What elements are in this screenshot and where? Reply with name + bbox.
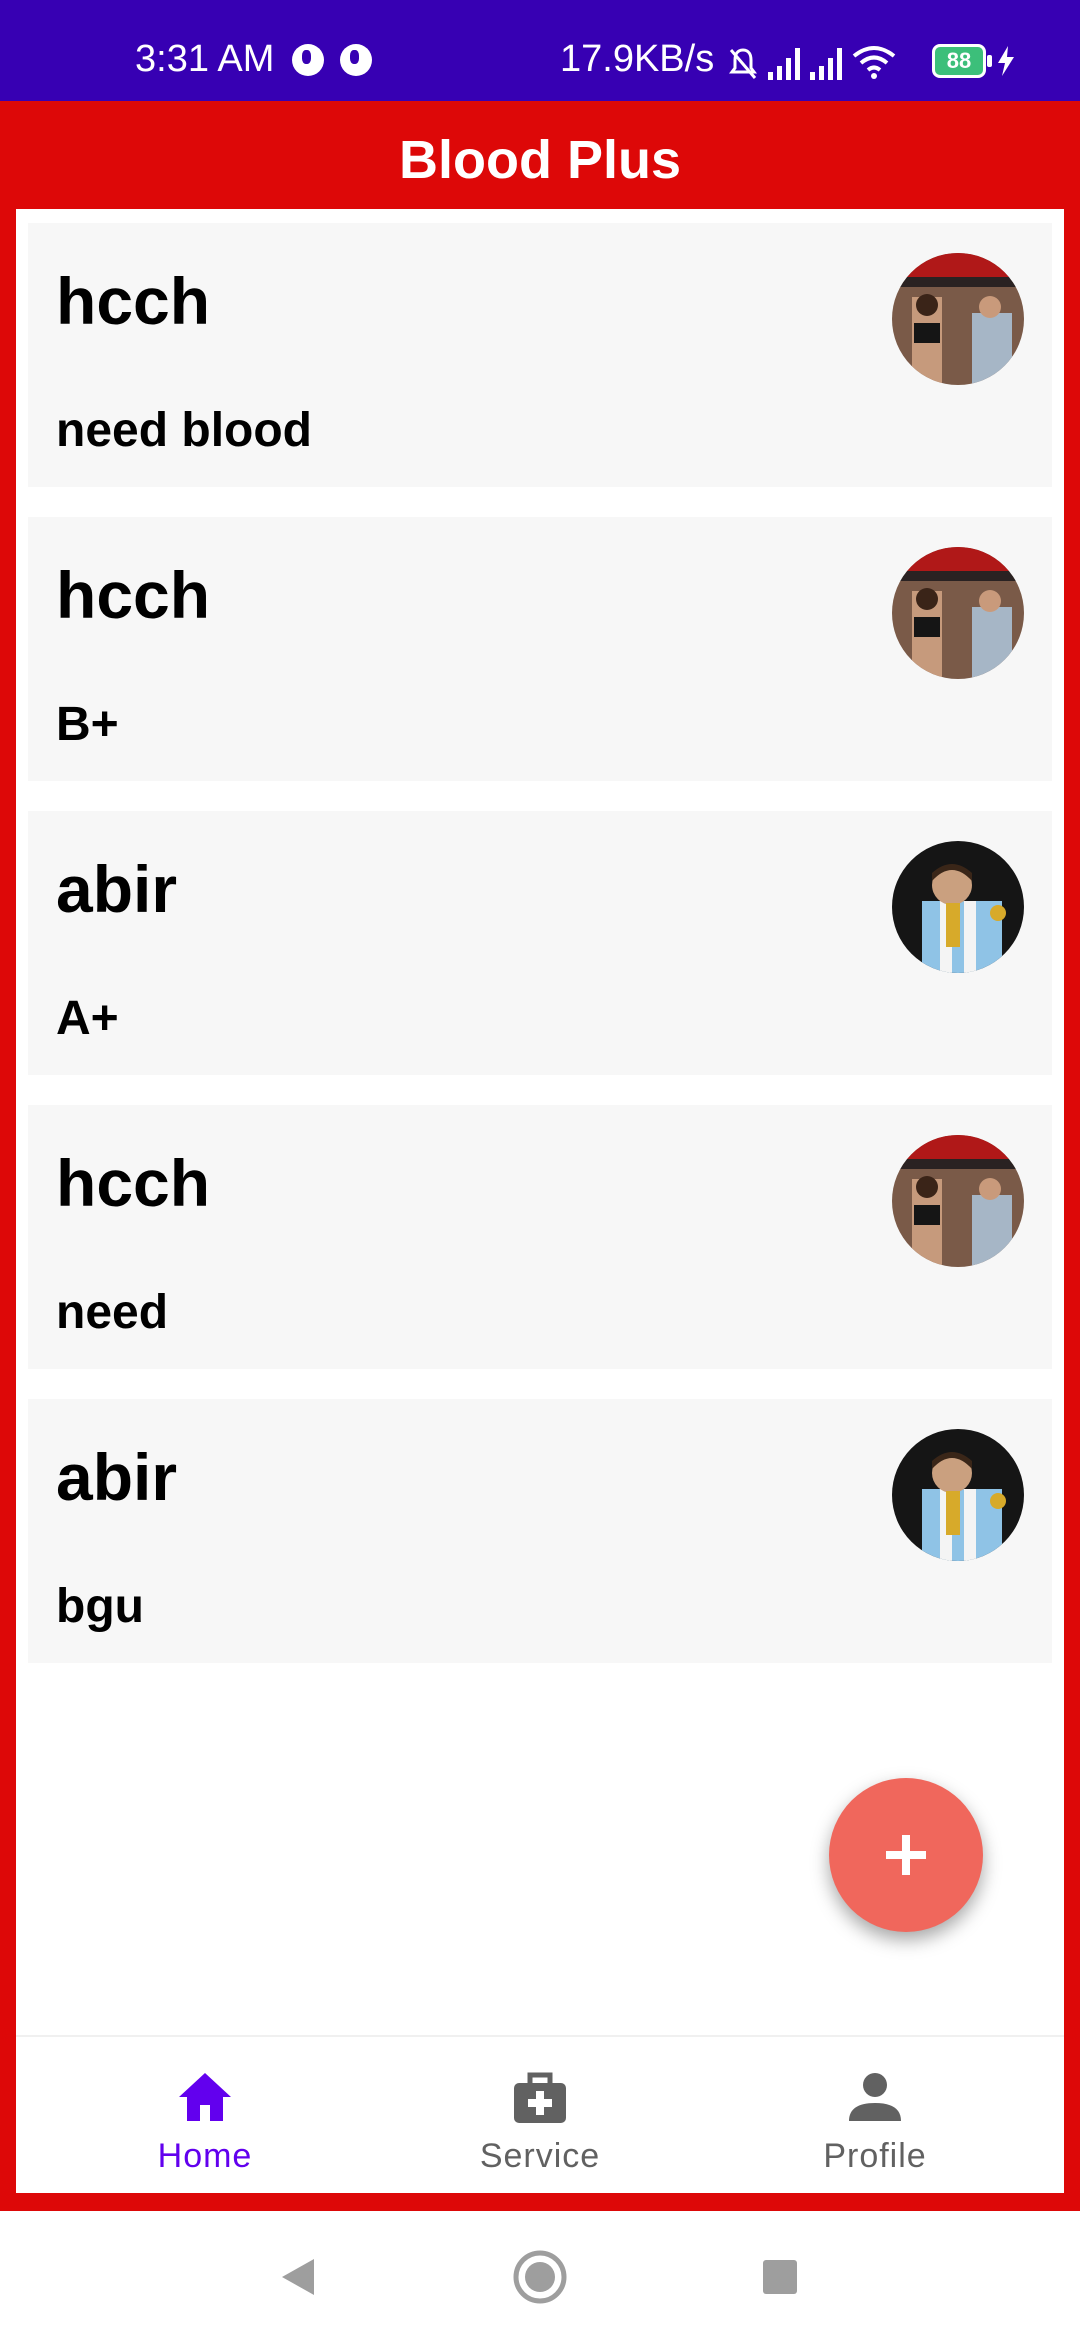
post-author: hcch — [56, 558, 211, 632]
avatar[interactable] — [892, 547, 1024, 679]
person-icon — [849, 2073, 901, 2121]
recents-icon[interactable] — [750, 2247, 810, 2307]
battery-icon: 88 — [932, 44, 992, 78]
avatar[interactable] — [892, 1429, 1024, 1561]
home-circle-icon[interactable] — [510, 2247, 570, 2307]
content-area: hcch need blood hcch B+ abir A+ hcch nee… — [16, 209, 1064, 2193]
post-message: need blood — [56, 404, 312, 457]
home-icon — [179, 2073, 231, 2121]
post-author: abir — [56, 852, 178, 926]
post-author: abir — [56, 1440, 178, 1514]
avatar[interactable] — [892, 253, 1024, 385]
status-time: 3:31 AM — [135, 38, 275, 80]
app-frame: Blood Plus hcch need blood hcch B+ abir … — [0, 101, 1080, 2211]
post-card[interactable]: hcch B+ — [28, 517, 1052, 781]
avatar-photo-footballer — [892, 1429, 1024, 1561]
avatar[interactable] — [892, 1135, 1024, 1267]
post-card[interactable]: abir A+ — [28, 811, 1052, 1075]
charging-icon — [998, 46, 1014, 76]
post-card[interactable]: hcch need blood — [28, 223, 1052, 487]
wifi-icon — [852, 46, 896, 79]
avatar-photo-couple — [892, 1135, 1024, 1267]
plus-icon — [886, 1835, 926, 1875]
app-title: Blood Plus — [399, 130, 681, 190]
post-message: need — [56, 1286, 169, 1339]
avatar[interactable] — [892, 841, 1024, 973]
avatar-photo-footballer — [892, 841, 1024, 973]
nav-label-home: Home — [157, 2137, 253, 2175]
nav-item-home[interactable]: Home — [35, 2037, 375, 2193]
nav-item-service[interactable]: Service — [370, 2037, 710, 2193]
network-speed: 17.9KB/s — [560, 38, 715, 80]
back-icon[interactable] — [268, 2247, 328, 2307]
post-author: hcch — [56, 1146, 211, 1220]
post-card[interactable]: abir bgu — [28, 1399, 1052, 1663]
post-card[interactable]: hcch need — [28, 1105, 1052, 1369]
medical-bag-icon — [514, 2072, 566, 2123]
nav-item-profile[interactable]: Profile — [705, 2037, 1045, 2193]
avatar-photo-couple — [892, 253, 1024, 385]
post-message: B+ — [56, 698, 119, 751]
nav-label-service: Service — [479, 2137, 601, 2175]
status-icons — [728, 40, 896, 80]
status-bar: 3:31 AM 17.9KB/s 88 — [0, 0, 1080, 101]
system-navigation-bar — [0, 2211, 1080, 2340]
app-notification-icon — [292, 44, 324, 76]
post-message: bgu — [56, 1580, 144, 1633]
avatar-photo-couple — [892, 547, 1024, 679]
post-message: A+ — [56, 992, 119, 1045]
signal-icon — [810, 46, 842, 80]
add-post-button[interactable] — [829, 1778, 983, 1932]
post-author: hcch — [56, 264, 211, 338]
nav-label-profile: Profile — [823, 2137, 927, 2175]
app-notification-icon — [340, 44, 372, 76]
bottom-navigation: Home Service Profile — [16, 2035, 1064, 2193]
mute-icon — [729, 48, 757, 79]
signal-icon — [768, 46, 800, 80]
